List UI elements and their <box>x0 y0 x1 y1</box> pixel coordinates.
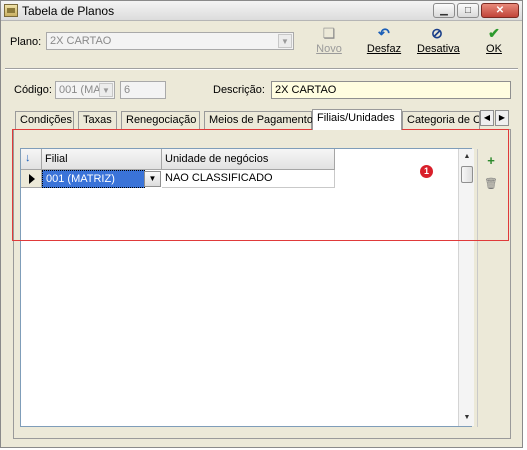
plano-label: Plano: <box>10 36 42 48</box>
desfaz-label: Desfaz <box>366 43 402 55</box>
ok-button[interactable]: ✔ OK <box>474 25 514 59</box>
annotation-badge: 1 <box>420 165 433 178</box>
desativa-label: Desativa <box>417 43 460 55</box>
novo-button[interactable]: ❏ Novo <box>309 25 349 59</box>
annotation-highlight-box <box>12 129 509 241</box>
codigo-number-field[interactable]: 6 <box>120 81 166 99</box>
descricao-field[interactable]: 2X CARTAO <box>271 81 511 99</box>
close-button[interactable]: ✕ <box>481 3 519 18</box>
plano-value: 2X CARTAO <box>50 35 112 47</box>
tab-meios-de-pagamento[interactable]: Meios de Pagamento <box>204 111 313 129</box>
tab-strip: Condições Taxas Renegociação Meios de Pa… <box>15 109 511 130</box>
undo-icon: ↶ <box>378 25 390 41</box>
ok-label: OK <box>486 43 502 55</box>
codigo-value: 001 (MA <box>59 84 101 96</box>
chevron-down-icon[interactable]: ▼ <box>99 83 113 97</box>
chevron-right-icon[interactable]: ▶ <box>495 110 509 126</box>
check-icon: ✔ <box>488 25 500 41</box>
tab-categoria[interactable]: Categoria de C <box>402 111 480 129</box>
title-bar: Tabela de Planos ▁ □ ✕ <box>1 1 522 21</box>
plans-window: Tabela de Planos ▁ □ ✕ Plano: 2X CARTAO … <box>0 0 523 448</box>
chevron-left-icon[interactable]: ◀ <box>480 110 494 126</box>
codigo-combo[interactable]: 001 (MA ▼ <box>55 81 115 99</box>
disable-icon: ⊘ <box>431 25 443 41</box>
window-title: Tabela de Planos <box>22 4 115 18</box>
novo-label: Novo <box>316 43 342 55</box>
maximize-button[interactable]: □ <box>457 3 479 18</box>
divider <box>5 68 518 70</box>
new-doc-icon: ❏ <box>322 25 336 41</box>
codigo-label: Código: <box>14 84 52 96</box>
app-icon <box>4 4 18 17</box>
desativa-button[interactable]: ⊘ Desativa <box>417 25 460 59</box>
tab-filiais-unidades[interactable]: Filiais/Unidades <box>312 109 402 130</box>
tab-renegociacao[interactable]: Renegociação <box>121 111 200 129</box>
tab-taxas[interactable]: Taxas <box>78 111 117 129</box>
tab-condicoes[interactable]: Condições <box>15 111 74 129</box>
scroll-down-icon[interactable]: ▼ <box>459 411 475 425</box>
desfaz-button[interactable]: ↶ Desfaz <box>364 25 404 59</box>
chevron-down-icon[interactable]: ▼ <box>278 34 292 48</box>
minimize-button[interactable]: ▁ <box>433 3 455 18</box>
descricao-label: Descrição: <box>213 84 265 96</box>
plano-combo[interactable]: 2X CARTAO ▼ <box>46 32 294 50</box>
